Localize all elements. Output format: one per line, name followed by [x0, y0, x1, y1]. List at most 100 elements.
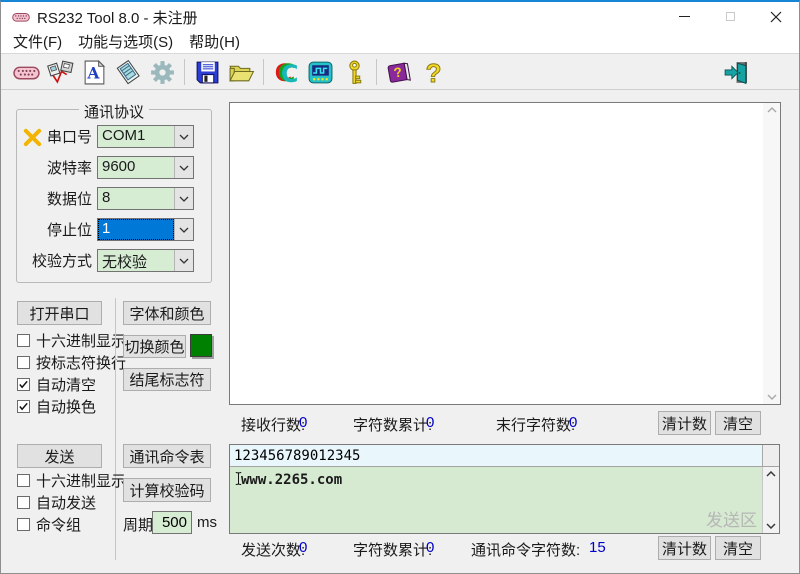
chevron-down-icon — [179, 165, 189, 171]
serial-port-icon — [13, 59, 40, 86]
toolbar-register-button[interactable] — [337, 56, 371, 88]
chevron-down-icon — [179, 196, 189, 202]
toolbar-display-button[interactable] — [303, 56, 337, 88]
help-icon: ? — [420, 59, 447, 86]
close-button[interactable] — [753, 2, 799, 31]
combo-dropdown-button[interactable] — [174, 188, 193, 209]
end-flag-button[interactable]: 结尾标志符 — [123, 368, 211, 391]
tx-clear-count-button[interactable]: 清计数 — [658, 536, 711, 560]
receive-scrollbar[interactable] — [763, 103, 780, 404]
scroll-up-icon[interactable] — [767, 107, 777, 113]
menu-item-help[interactable]: 帮助(H) — [181, 32, 248, 53]
combo-dropdown-button[interactable] — [174, 126, 193, 147]
checkbox-auto-color[interactable]: 自动换色 — [17, 398, 96, 415]
check-icon — [18, 401, 29, 412]
toolbar-color-pad-button[interactable] — [111, 56, 145, 88]
toolbar-separator — [376, 59, 377, 85]
checksum-button[interactable]: 计算校验码 — [123, 478, 211, 502]
svg-text:?: ? — [425, 59, 441, 86]
field-stop-bits: 停止位 1 — [17, 218, 211, 241]
tx-times-value: 0 — [299, 539, 307, 556]
rx-chars-value: 0 — [426, 414, 434, 431]
send-button[interactable]: 发送 — [17, 444, 102, 468]
receive-area[interactable] — [229, 102, 781, 405]
checkbox-box — [17, 400, 30, 413]
rx-lastline-label: 末行字符数: — [496, 414, 575, 435]
combo-dropdown-button[interactable] — [174, 219, 193, 240]
minimize-button[interactable] — [661, 2, 707, 31]
serial-port-icon — [12, 8, 30, 26]
send-command-input[interactable] — [230, 445, 762, 466]
field-parity: 校验方式 无校验 — [17, 249, 211, 272]
field-baud-rate: 波特率 9600 — [17, 156, 211, 179]
toolbar-font-button[interactable]: A — [77, 56, 111, 88]
app-window: RS232 Tool 8.0 - 未注册 文件(F) 功能与选项(S) 帮助(H… — [0, 0, 800, 574]
toolbar-help-book-button[interactable]: ? — [382, 56, 416, 88]
connect-icon — [47, 59, 74, 86]
combo-dropdown-button[interactable] — [174, 157, 193, 178]
svg-text:A: A — [86, 63, 100, 82]
send-area[interactable]: www.2265.com 发送区 — [230, 467, 762, 533]
toolbar-color-switch-button[interactable]: CCC — [269, 56, 303, 88]
combo-parity[interactable]: 无校验 — [97, 249, 194, 272]
toolbar: A CCC ? ? — [1, 55, 799, 90]
toolbar-settings-button[interactable] — [145, 56, 179, 88]
tx-chars-label: 字符数累计: — [353, 539, 432, 560]
toolbar-exit-button[interactable] — [719, 56, 753, 88]
checkbox-auto-clear[interactable]: 自动清空 — [17, 376, 96, 393]
checkbox-box — [17, 474, 30, 487]
open-port-button[interactable]: 打开串口 — [17, 301, 102, 325]
rx-clear-count-button[interactable]: 清计数 — [658, 411, 711, 435]
toolbar-serial-port-button[interactable] — [9, 56, 43, 88]
scroll-down-icon[interactable] — [767, 394, 777, 400]
checkbox-label: 十六进制显示 — [36, 470, 126, 491]
checkbox-hex-send[interactable]: 十六进制显示 — [17, 472, 126, 489]
checkbox-command-group[interactable]: 命令组 — [17, 516, 81, 533]
rx-clear-button[interactable]: 清空 — [715, 411, 761, 435]
switch-color-button[interactable]: 切换颜色 — [123, 335, 186, 358]
menubar: 文件(F) 功能与选项(S) 帮助(H) — [1, 32, 799, 54]
scroll-up-icon[interactable] — [766, 471, 776, 477]
send-scrollbar[interactable] — [762, 467, 779, 533]
toolbar-save-button[interactable] — [190, 56, 224, 88]
field-label: 波特率 — [17, 157, 92, 178]
checkbox-hex-display[interactable]: 十六进制显示 — [17, 332, 126, 349]
color-swatch[interactable] — [190, 334, 212, 357]
combo-dropdown-button[interactable] — [174, 250, 193, 271]
rx-chars-label: 字符数累计: — [353, 414, 432, 435]
toolbar-help-button[interactable]: ? — [416, 56, 450, 88]
field-serial-port: 串口号 COM1 — [17, 125, 211, 148]
window-title: RS232 Tool 8.0 - 未注册 — [37, 7, 198, 28]
combo-stop-bits[interactable]: 1 — [97, 218, 194, 241]
scroll-down-icon[interactable] — [766, 523, 776, 529]
combo-baud-rate[interactable]: 9600 — [97, 156, 194, 179]
minimize-icon — [679, 16, 690, 17]
display-icon — [307, 59, 334, 86]
checkbox-label: 按标志符换行 — [36, 352, 126, 373]
tx-chars-value: 0 — [426, 539, 434, 556]
maximize-button[interactable] — [707, 2, 753, 31]
tx-clear-button[interactable]: 清空 — [715, 536, 761, 560]
menu-item-options[interactable]: 功能与选项(S) — [70, 32, 181, 53]
checkbox-label: 命令组 — [36, 514, 81, 535]
combo-value: 8 — [98, 188, 174, 209]
toolbar-open-button[interactable] — [224, 56, 258, 88]
protocol-groupbox: 通讯协议 串口号 COM1 波特率 9600 数据位 8 停止位 — [16, 109, 212, 283]
combo-serial-port[interactable]: COM1 — [97, 125, 194, 148]
period-unit: ms — [197, 514, 217, 531]
period-input[interactable] — [152, 511, 192, 534]
checkbox-box — [17, 496, 30, 509]
save-icon — [194, 59, 221, 86]
checkbox-auto-send[interactable]: 自动发送 — [17, 494, 96, 511]
rx-lines-label: 接收行数: — [241, 414, 305, 435]
key-icon — [341, 59, 368, 86]
toolbar-connect-button[interactable] — [43, 56, 77, 88]
command-table-button[interactable]: 通讯命令表 — [123, 444, 211, 468]
svg-text:C: C — [280, 59, 298, 85]
toolbar-separator — [184, 59, 185, 85]
checkbox-wrap-on-flag[interactable]: 按标志符换行 — [17, 354, 126, 371]
font-color-button[interactable]: 字体和颜色 — [123, 301, 211, 325]
combo-data-bits[interactable]: 8 — [97, 187, 194, 210]
menu-item-file[interactable]: 文件(F) — [5, 32, 70, 53]
send-command-row — [230, 445, 779, 467]
